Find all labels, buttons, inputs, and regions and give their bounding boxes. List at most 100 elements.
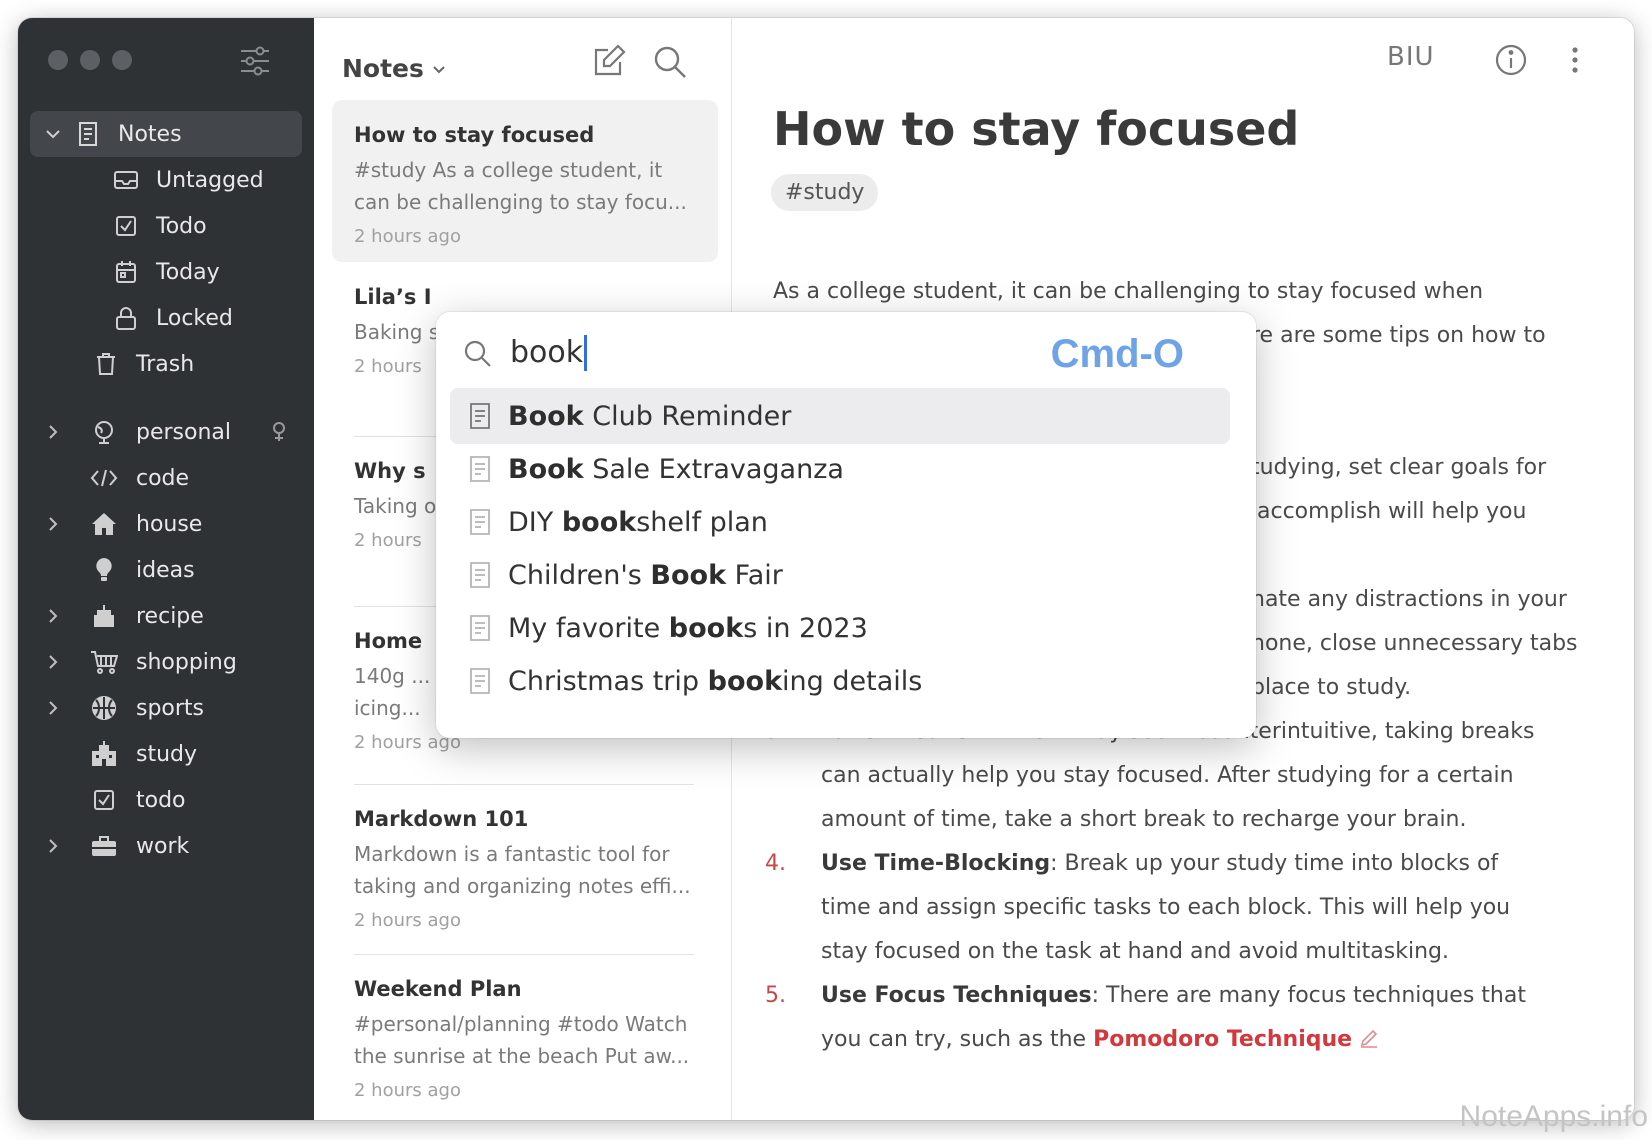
calendar-icon: [112, 258, 140, 286]
wiki-link[interactable]: Pomodoro Technique: [1093, 1027, 1352, 1052]
chevron-down-icon[interactable]: [44, 125, 62, 143]
code-icon: [90, 464, 118, 492]
sidebar-item-trash[interactable]: Trash: [18, 341, 314, 387]
item-number: 5.: [765, 983, 786, 1008]
tag-ideas[interactable]: ideas: [18, 547, 314, 593]
quick-open-result[interactable]: Christmas trip booking details: [450, 653, 1230, 709]
note-item[interactable]: Weekend Plan #personal/planning #todo Wa…: [332, 954, 718, 1116]
format-button[interactable]: BIU: [1387, 42, 1435, 72]
tag-label: study: [136, 741, 198, 767]
tag-recipe[interactable]: recipe: [18, 593, 314, 639]
tag-chip[interactable]: #study: [771, 174, 879, 211]
tag-label: personal: [136, 419, 232, 445]
checkbox-icon: [90, 786, 118, 814]
globe-icon: [90, 418, 118, 446]
tag-house[interactable]: house: [18, 501, 314, 547]
chevron-right-icon[interactable]: [44, 607, 62, 625]
search-icon[interactable]: [650, 42, 690, 82]
note-item[interactable]: Markdown 101 Markdown is a fantastic too…: [332, 784, 718, 946]
minimize-window-button[interactable]: [80, 50, 100, 70]
watermark: NoteApps.info: [1459, 1100, 1648, 1133]
note-item[interactable]: How to stay focused #study As a college …: [332, 100, 718, 262]
quick-open-result[interactable]: Book Sale Extravaganza: [450, 441, 1230, 497]
note-icon: [470, 562, 490, 588]
sidebar-item-todo[interactable]: Todo: [18, 203, 314, 249]
compose-icon[interactable]: [590, 42, 630, 82]
tag-work[interactable]: work: [18, 823, 314, 869]
bulb-icon: [90, 556, 118, 584]
pencil-icon[interactable]: [1359, 1028, 1379, 1048]
tag-sports[interactable]: sports: [18, 685, 314, 731]
chevron-right-icon[interactable]: [44, 699, 62, 717]
note-icon: [470, 403, 490, 429]
sidebar-item-today[interactable]: Today: [18, 249, 314, 295]
tag-label: code: [136, 465, 190, 491]
note-icon: [470, 615, 490, 641]
window-controls: [48, 50, 132, 70]
chevron-right-icon[interactable]: [44, 653, 62, 671]
info-icon[interactable]: [1491, 40, 1531, 80]
note-icon: [74, 120, 102, 148]
note-heading[interactable]: How to stay focused: [773, 102, 1299, 156]
sidebar-item-notes[interactable]: Notes: [30, 111, 302, 157]
note-title: Weekend Plan: [354, 977, 522, 1001]
sliders-icon[interactable]: [238, 44, 272, 78]
result-title: Book Sale Extravaganza: [508, 453, 844, 485]
chevron-right-icon[interactable]: [44, 515, 62, 533]
result-title: My favorite books in 2023: [508, 612, 868, 644]
search-icon: [464, 340, 491, 367]
sidebar-item-label: Trash: [136, 351, 195, 377]
notes-list-title: Notes: [342, 54, 424, 83]
note-icon: [470, 509, 490, 535]
note-icon: [470, 668, 490, 694]
note-preview: #study As a college student, it can be c…: [354, 158, 687, 214]
quick-open-input[interactable]: book: [510, 335, 588, 371]
notes-list-header[interactable]: Notes: [342, 54, 446, 83]
item-bold: Use Time-Blocking: [821, 851, 1051, 876]
shortcut-hint: Cmd-O: [1050, 332, 1184, 376]
more-options-icon[interactable]: [1563, 40, 1587, 80]
quick-open-result[interactable]: Children's Book Fair: [450, 547, 1230, 603]
lock-icon: [112, 304, 140, 332]
sidebar-item-locked[interactable]: Locked: [18, 295, 314, 341]
sidebar-item-label: Notes: [118, 121, 182, 147]
numbered-item: 5. Use Focus Techniques: There are many …: [765, 974, 1526, 1062]
cake-icon: [90, 602, 118, 630]
sidebar-item-label: Today: [156, 259, 220, 285]
note-time: 2 hours ago: [354, 1080, 461, 1101]
quick-open-popup: book Cmd-O Book Club Reminder Book Sale E…: [436, 312, 1256, 738]
chevron-right-icon[interactable]: [44, 423, 62, 441]
tag-label: house: [136, 511, 203, 537]
note-time: 2 hours ago: [354, 910, 461, 931]
sidebar-item-label: Untagged: [156, 167, 264, 193]
chevron-down-icon: [433, 65, 445, 73]
quick-open-result[interactable]: My favorite books in 2023: [450, 600, 1230, 656]
chevron-right-icon[interactable]: [44, 837, 62, 855]
paragraph-fragment: tudying, set clear goals for: [1251, 455, 1547, 480]
sidebar-item-label: Todo: [156, 213, 207, 239]
tag-personal[interactable]: personal: [18, 409, 314, 455]
tag-shopping[interactable]: shopping: [18, 639, 314, 685]
numbered-item: 4. Use Time-Blocking: Break up your stud…: [765, 842, 1525, 974]
tag-label: ideas: [136, 557, 195, 583]
tag-study[interactable]: study: [18, 731, 314, 777]
tag-label: todo: [136, 787, 186, 813]
tag-code[interactable]: code: [18, 455, 314, 501]
result-title: Book Club Reminder: [508, 400, 792, 432]
paragraph-fragment: place to study.: [1251, 675, 1412, 700]
sidebar-item-untagged[interactable]: Untagged: [18, 157, 314, 203]
note-title: How to stay focused: [354, 123, 595, 147]
zoom-window-button[interactable]: [112, 50, 132, 70]
result-title: Christmas trip booking details: [508, 665, 923, 697]
close-window-button[interactable]: [48, 50, 68, 70]
basketball-icon: [90, 694, 118, 722]
school-icon: [90, 740, 118, 768]
cart-icon: [90, 648, 118, 676]
quick-open-result[interactable]: Book Club Reminder: [450, 388, 1230, 444]
quick-open-result[interactable]: DIY bookshelf plan: [450, 494, 1230, 550]
note-preview: #personal/planning #todo Watch the sunri…: [354, 1012, 690, 1068]
result-title: Children's Book Fair: [508, 559, 783, 591]
tag-label: work: [136, 833, 190, 859]
house-icon: [90, 510, 118, 538]
tag-todo[interactable]: todo: [18, 777, 314, 823]
